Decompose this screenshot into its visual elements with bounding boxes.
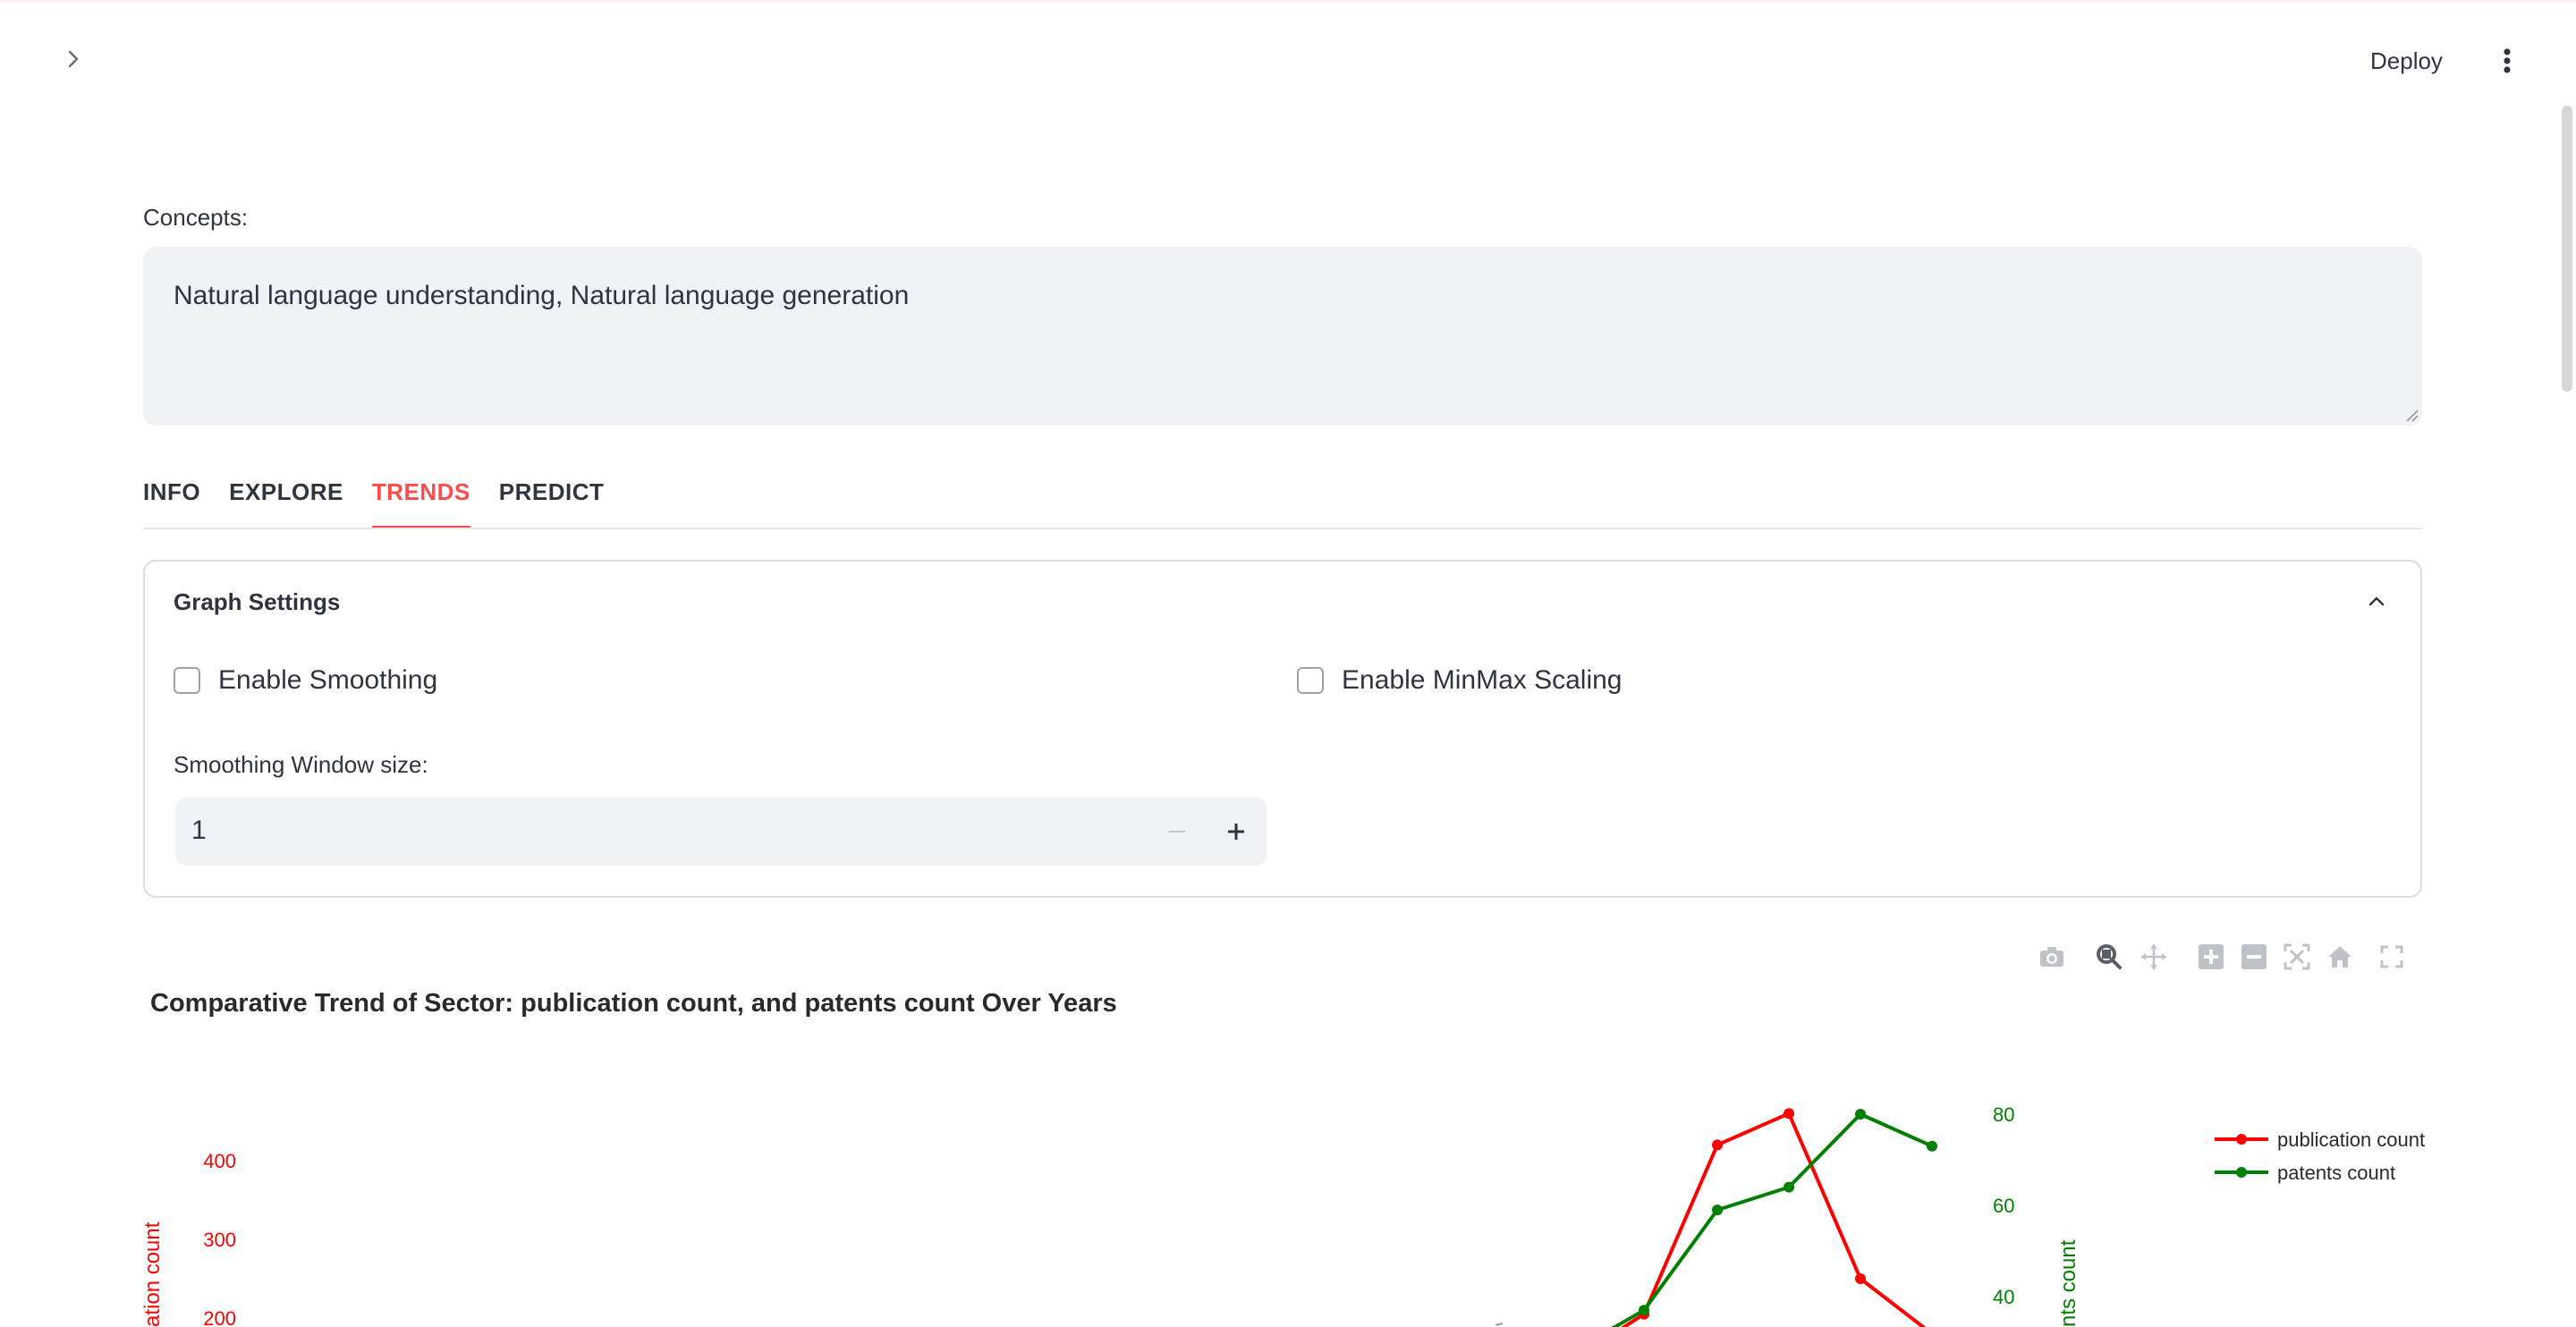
- series-layer: [1495, 1108, 1937, 1327]
- tabs-divider: [143, 528, 2422, 529]
- tab-info[interactable]: INFO: [143, 474, 200, 529]
- sidebar-expand-chevron-icon[interactable]: [55, 41, 91, 77]
- enable-smoothing-checkbox[interactable]: [174, 667, 200, 694]
- main-menu-kebab-icon[interactable]: [2492, 41, 2522, 80]
- legend-label-patents: patents count: [2277, 1162, 2395, 1184]
- axis-remnant: [1495, 1323, 1504, 1326]
- legend-label-publication: publication count: [2277, 1128, 2425, 1151]
- left-axis-ticks: 200 300 400: [203, 1150, 236, 1327]
- pan-icon[interactable]: [2138, 941, 2170, 973]
- right-axis-title: nts count: [2056, 1239, 2080, 1327]
- chart-title: Comparative Trend of Sector: publication…: [150, 989, 1117, 1018]
- resize-grip-icon[interactable]: [2404, 408, 2419, 422]
- enable-minmax-option[interactable]: Enable MinMax Scaling: [1297, 665, 1623, 696]
- increment-button[interactable]: [1218, 814, 1254, 849]
- left-axis-title: ation count: [140, 1221, 165, 1327]
- decrement-button[interactable]: [1159, 814, 1195, 849]
- right-tick-label: 80: [1993, 1103, 2014, 1126]
- concepts-textarea[interactable]: Natural language understanding, Natural …: [143, 247, 2422, 426]
- enable-minmax-label: Enable MinMax Scaling: [1342, 665, 1623, 695]
- top-decoration: [0, 0, 2576, 3]
- legend-item-publication[interactable]: publication count: [2215, 1128, 2425, 1151]
- legend-item-patents[interactable]: patents count: [2215, 1162, 2395, 1184]
- enable-smoothing-label: Enable Smoothing: [218, 665, 438, 695]
- data-point[interactable]: [1927, 1140, 1937, 1152]
- legend: publication count patents count: [2215, 1128, 2425, 1184]
- tab-predict[interactable]: PREDICT: [499, 474, 605, 529]
- fullscreen-icon[interactable]: [2376, 941, 2408, 973]
- smoothing-window-label: Smoothing Window size:: [174, 751, 428, 778]
- concepts-text: Natural language understanding, Natural …: [174, 281, 910, 310]
- data-point[interactable]: [1784, 1181, 1794, 1193]
- data-point[interactable]: [1712, 1139, 1723, 1151]
- reset-axes-icon[interactable]: [2324, 941, 2356, 973]
- graph-settings-expander: Graph Settings Enable Smoothing Enable M…: [143, 560, 2422, 898]
- camera-icon[interactable]: [2036, 941, 2068, 973]
- autoscale-icon[interactable]: [2281, 941, 2313, 973]
- data-point[interactable]: [1712, 1204, 1723, 1216]
- data-point[interactable]: [1855, 1273, 1866, 1284]
- enable-smoothing-option[interactable]: Enable Smoothing: [174, 665, 437, 696]
- zoom-in-icon[interactable]: [2195, 941, 2227, 973]
- left-tick-label: 300: [203, 1229, 236, 1251]
- left-tick-label: 200: [203, 1307, 236, 1327]
- smoothing-window-value[interactable]: 1: [191, 816, 207, 846]
- zoom-icon[interactable]: [2093, 941, 2125, 973]
- right-tick-label: 60: [1993, 1195, 2014, 1217]
- data-point[interactable]: [1639, 1305, 1649, 1316]
- series-line-publication: [1621, 1111, 1927, 1327]
- left-tick-label: 400: [203, 1150, 236, 1172]
- tab-trends[interactable]: TRENDS: [371, 474, 470, 529]
- right-axis-ticks: 40 60 80: [1993, 1103, 2014, 1308]
- data-point[interactable]: [1784, 1108, 1794, 1120]
- series-line-patents: [1611, 1112, 1933, 1327]
- chevron-up-icon[interactable]: [2363, 588, 2390, 615]
- trend-chart: ation count nts count 200 300 400 40 60 80 p…: [140, 1103, 2425, 1327]
- tab-explore[interactable]: EXPLORE: [229, 474, 343, 529]
- right-tick-label: 40: [1993, 1286, 2014, 1308]
- concepts-label: Concepts:: [143, 204, 249, 231]
- zoom-out-icon[interactable]: [2238, 941, 2270, 973]
- data-point[interactable]: [1855, 1109, 1866, 1120]
- smoothing-window-input[interactable]: 1: [175, 798, 1267, 866]
- enable-minmax-checkbox[interactable]: [1297, 667, 1324, 694]
- page-scrollbar[interactable]: [2562, 106, 2572, 392]
- tab-bar: INFO EXPLORE TRENDS PREDICT: [143, 474, 604, 529]
- deploy-button[interactable]: Deploy: [2370, 43, 2443, 79]
- graph-settings-title[interactable]: Graph Settings: [174, 588, 340, 616]
